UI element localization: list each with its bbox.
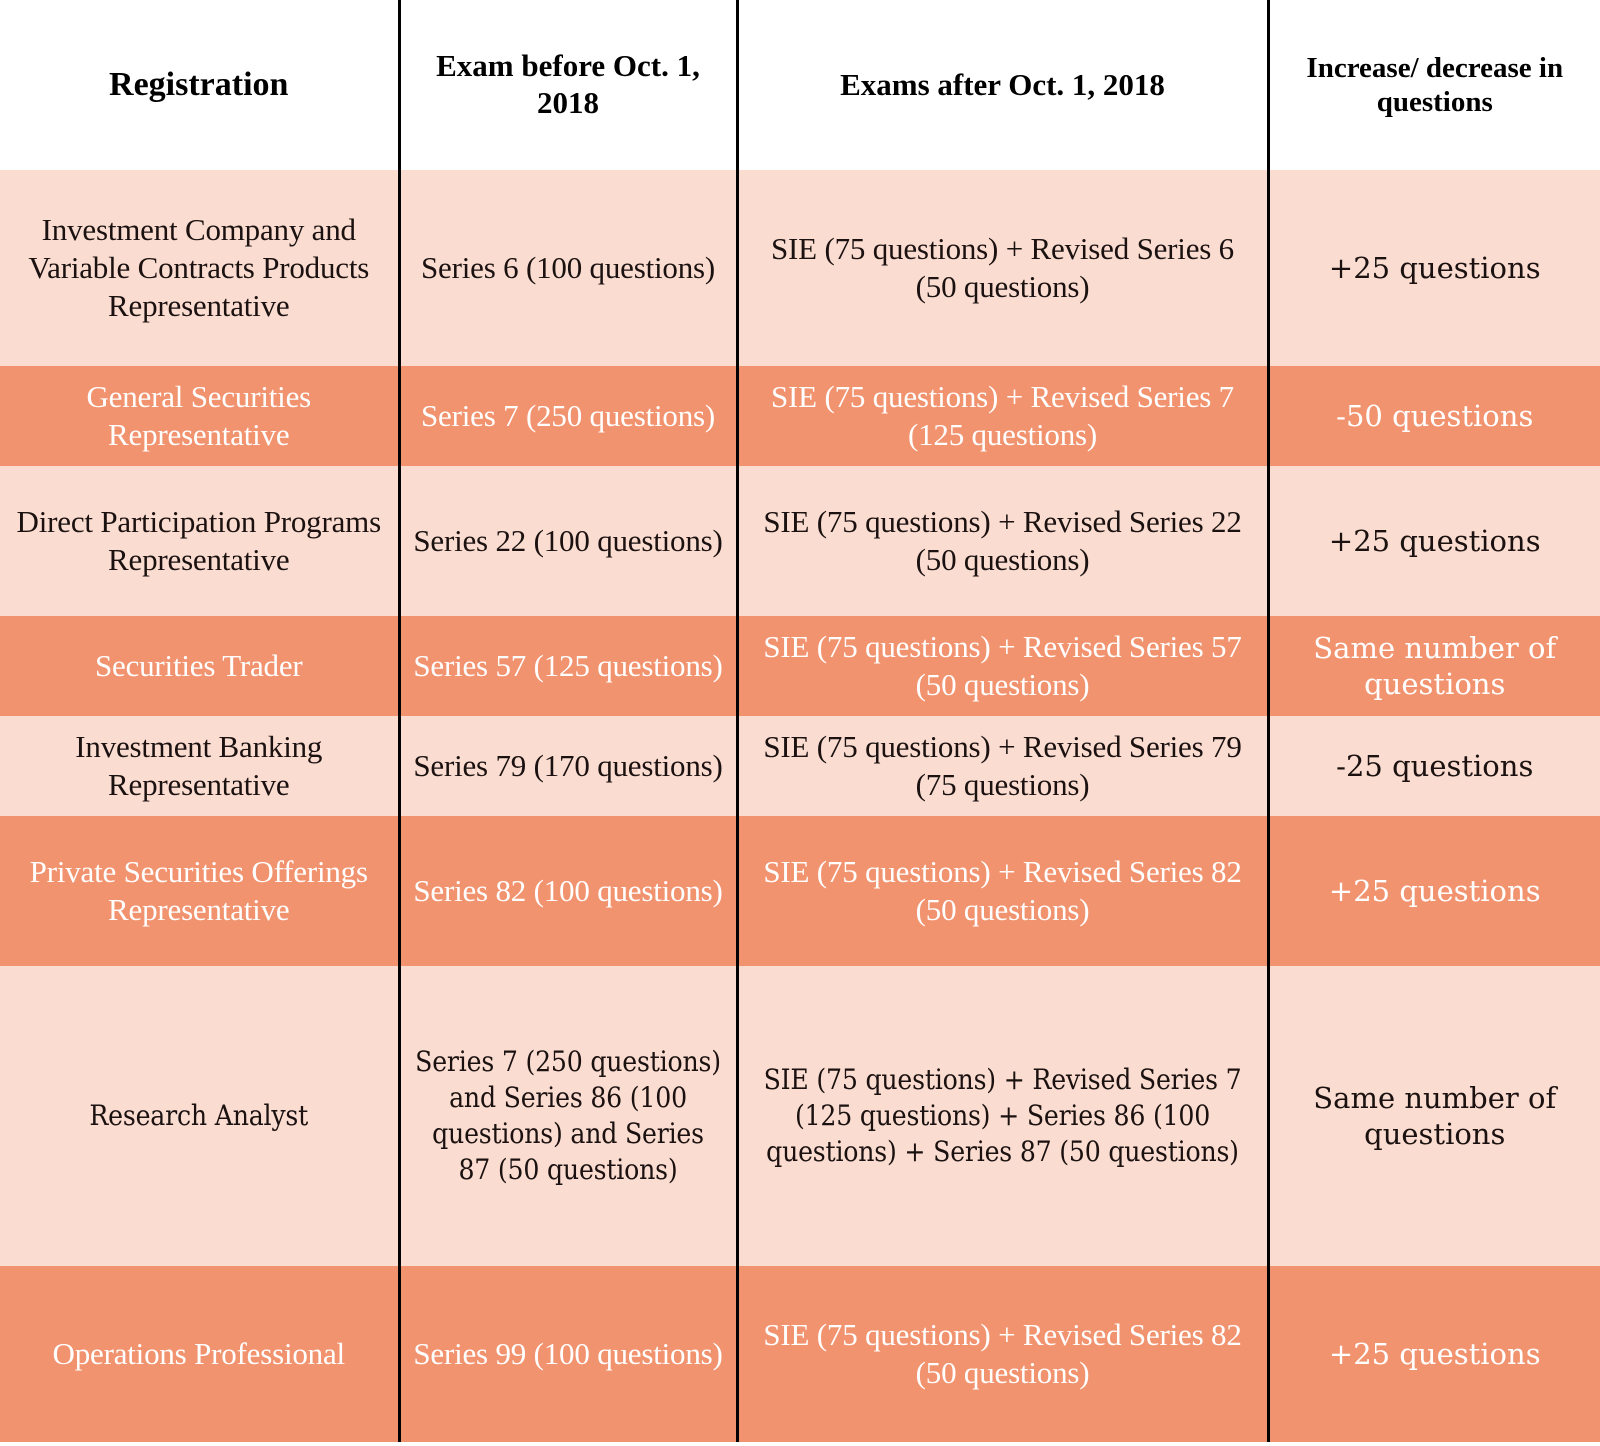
column-header-exam-before: Exam before Oct. 1, 2018 (397, 0, 737, 170)
exam-changes-table-container: Registration Exam before Oct. 1, 2018 Ex… (0, 0, 1600, 1446)
cell-increase-decrease: -25 questions (1266, 716, 1600, 816)
cell-increase-decrease: +25 questions (1266, 816, 1600, 966)
cell-registration: Operations Professional (0, 1266, 399, 1442)
cell-exams-after: SIE (75 questions) + Revised Series 7 (1… (735, 366, 1268, 466)
table-row: General Securities Representative Series… (0, 366, 1600, 466)
table-row: Direct Participation Programs Representa… (0, 466, 1600, 616)
cell-registration: Securities Trader (0, 616, 399, 716)
cell-increase-decrease: +25 questions (1266, 1266, 1600, 1442)
cell-registration: Investment Company and Variable Contract… (0, 170, 399, 366)
column-header-registration: Registration (0, 0, 399, 170)
cell-increase-decrease: -50 questions (1266, 366, 1600, 466)
table-row: Securities Trader Series 57 (125 questio… (0, 616, 1600, 716)
cell-exams-after: SIE (75 questions) + Revised Series 82 (… (735, 1266, 1268, 1442)
cell-registration: General Securities Representative (0, 366, 399, 466)
cell-exams-after: SIE (75 questions) + Revised Series 22 (… (735, 466, 1268, 616)
table-row: Investment Company and Variable Contract… (0, 170, 1600, 366)
table-body: Investment Company and Variable Contract… (0, 170, 1600, 1442)
cell-exams-after: SIE (75 questions) + Revised Series 82 (… (735, 816, 1268, 966)
table-row: Investment Banking Representative Series… (0, 716, 1600, 816)
cell-increase-decrease: Same number of questions (1266, 966, 1600, 1266)
cell-registration: Private Securities Offerings Representat… (0, 816, 399, 966)
cell-exam-before: Series 82 (100 questions) (397, 816, 737, 966)
table-row: Research Analyst Series 7 (250 questions… (0, 966, 1600, 1266)
column-header-exams-after: Exams after Oct. 1, 2018 (735, 0, 1268, 170)
column-header-increase-decrease: Increase/ decrease in questions (1266, 0, 1600, 170)
cell-exams-after: SIE (75 questions) + Revised Series 79 (… (735, 716, 1268, 816)
cell-increase-decrease: +25 questions (1266, 466, 1600, 616)
header-row: Registration Exam before Oct. 1, 2018 Ex… (0, 0, 1600, 170)
table-row: Operations Professional Series 99 (100 q… (0, 1266, 1600, 1442)
exam-changes-table: Registration Exam before Oct. 1, 2018 Ex… (0, 0, 1600, 1442)
cell-exam-before: Series 79 (170 questions) (397, 716, 737, 816)
cell-exams-after: SIE (75 questions) + Revised Series 57 (… (735, 616, 1268, 716)
table-header: Registration Exam before Oct. 1, 2018 Ex… (0, 0, 1600, 170)
cell-exams-after: SIE (75 questions) + Revised Series 6 (5… (735, 170, 1268, 366)
cell-exam-before: Series 22 (100 questions) (397, 466, 737, 616)
cell-exams-after: SIE (75 questions) + Revised Series 7 (1… (735, 966, 1268, 1266)
cell-exam-before: Series 99 (100 questions) (397, 1266, 737, 1442)
cell-increase-decrease: +25 questions (1266, 170, 1600, 366)
cell-increase-decrease: Same number of questions (1266, 616, 1600, 716)
cell-registration: Direct Participation Programs Representa… (0, 466, 399, 616)
cell-registration: Investment Banking Representative (0, 716, 399, 816)
cell-exam-before: Series 57 (125 questions) (397, 616, 737, 716)
cell-exam-before: Series 6 (100 questions) (397, 170, 737, 366)
table-row: Private Securities Offerings Representat… (0, 816, 1600, 966)
cell-registration: Research Analyst (0, 966, 399, 1266)
cell-exam-before: Series 7 (250 questions) and Series 86 (… (397, 966, 737, 1266)
cell-exam-before: Series 7 (250 questions) (397, 366, 737, 466)
